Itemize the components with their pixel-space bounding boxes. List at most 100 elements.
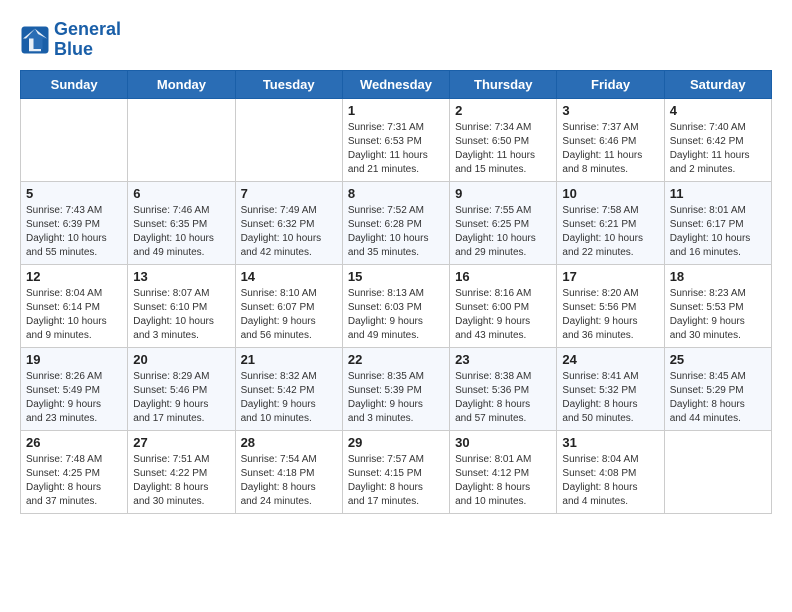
day-number: 8 <box>348 186 444 201</box>
calendar-cell: 22Sunrise: 8:35 AMSunset: 5:39 PMDayligh… <box>342 347 449 430</box>
calendar-cell: 25 Sunrise: 8:45 AMSunset: 5:29 PMDayligh… <box>664 347 771 430</box>
calendar-cell: 12 Sunrise: 8:04 AMSunset: 6:14 PMDayligh… <box>21 264 128 347</box>
calendar-cell: 16Sunrise: 8:16 AMSunset: 6:00 PMDayligh… <box>450 264 557 347</box>
calendar-week-row: 12 Sunrise: 8:04 AMSunset: 6:14 PMDayligh… <box>21 264 772 347</box>
day-info: Sunrise: 8:23 AMSunset: 5:53 PMDaylight:… <box>670 287 766 343</box>
day-number: 20 <box>133 352 229 367</box>
day-info: Sunrise: 7:43 AMSunset: 6:39 PMDaylight:… <box>26 204 122 260</box>
day-number: 28 <box>241 435 337 450</box>
calendar-cell: 14 Sunrise: 8:10 AMSunset: 6:07 PMDayligh… <box>235 264 342 347</box>
calendar-cell: 9 Sunrise: 7:55 AMSunset: 6:25 PMDaylight… <box>450 181 557 264</box>
day-number: 21 <box>241 352 337 367</box>
day-number: 24 <box>562 352 658 367</box>
day-number: 3 <box>562 103 658 118</box>
calendar-cell: 7 Sunrise: 7:49 AMSunset: 6:32 PMDaylight… <box>235 181 342 264</box>
day-info: Sunrise: 8:32 AMSunset: 5:42 PMDaylight:… <box>241 370 337 426</box>
logo: General Blue <box>20 20 121 60</box>
day-number: 18 <box>670 269 766 284</box>
day-header-saturday: Saturday <box>664 70 771 98</box>
day-info: Sunrise: 8:01 AMSunset: 6:17 PMDaylight:… <box>670 204 766 260</box>
calendar-cell: 6Sunrise: 7:46 AMSunset: 6:35 PMDaylight… <box>128 181 235 264</box>
day-header-monday: Monday <box>128 70 235 98</box>
calendar-cell: 18 Sunrise: 8:23 AMSunset: 5:53 PMDayligh… <box>664 264 771 347</box>
day-info: Sunrise: 8:29 AMSunset: 5:46 PMDaylight:… <box>133 370 229 426</box>
day-number: 17 <box>562 269 658 284</box>
day-number: 22 <box>348 352 444 367</box>
calendar-week-row: 5 Sunrise: 7:43 AMSunset: 6:39 PMDaylight… <box>21 181 772 264</box>
day-header-wednesday: Wednesday <box>342 70 449 98</box>
logo-text: General Blue <box>54 20 121 60</box>
calendar-cell <box>235 98 342 181</box>
day-info: Sunrise: 8:13 AMSunset: 6:03 PMDaylight:… <box>348 287 444 343</box>
day-number: 12 <box>26 269 122 284</box>
calendar-table: SundayMondayTuesdayWednesdayThursdayFrid… <box>20 70 772 514</box>
calendar-cell: 28 Sunrise: 7:54 AMSunset: 4:18 PMDayligh… <box>235 430 342 513</box>
day-info: Sunrise: 7:37 AMSunset: 6:46 PMDaylight:… <box>562 121 658 177</box>
calendar-cell <box>664 430 771 513</box>
day-info: Sunrise: 7:48 AMSunset: 4:25 PMDaylight:… <box>26 453 122 509</box>
calendar-cell: 29 Sunrise: 7:57 AMSunset: 4:15 PMDayligh… <box>342 430 449 513</box>
day-info: Sunrise: 7:58 AMSunset: 6:21 PMDaylight:… <box>562 204 658 260</box>
calendar-header-row: SundayMondayTuesdayWednesdayThursdayFrid… <box>21 70 772 98</box>
day-info: Sunrise: 7:40 AMSunset: 6:42 PMDaylight:… <box>670 121 766 177</box>
day-header-thursday: Thursday <box>450 70 557 98</box>
calendar-cell: 11 Sunrise: 8:01 AMSunset: 6:17 PMDayligh… <box>664 181 771 264</box>
calendar-cell: 1Sunrise: 7:31 AMSunset: 6:53 PMDaylight… <box>342 98 449 181</box>
day-info: Sunrise: 8:04 AMSunset: 6:14 PMDaylight:… <box>26 287 122 343</box>
calendar-cell: 26Sunrise: 7:48 AMSunset: 4:25 PMDayligh… <box>21 430 128 513</box>
day-info: Sunrise: 8:26 AMSunset: 5:49 PMDaylight:… <box>26 370 122 426</box>
day-number: 15 <box>348 269 444 284</box>
day-info: Sunrise: 8:45 AMSunset: 5:29 PMDaylight:… <box>670 370 766 426</box>
day-header-tuesday: Tuesday <box>235 70 342 98</box>
day-number: 10 <box>562 186 658 201</box>
day-info: Sunrise: 7:49 AMSunset: 6:32 PMDaylight:… <box>241 204 337 260</box>
calendar-week-row: 26Sunrise: 7:48 AMSunset: 4:25 PMDayligh… <box>21 430 772 513</box>
day-info: Sunrise: 8:04 AMSunset: 4:08 PMDaylight:… <box>562 453 658 509</box>
day-number: 9 <box>455 186 551 201</box>
day-number: 31 <box>562 435 658 450</box>
day-number: 13 <box>133 269 229 284</box>
day-info: Sunrise: 7:54 AMSunset: 4:18 PMDaylight:… <box>241 453 337 509</box>
day-number: 27 <box>133 435 229 450</box>
day-number: 2 <box>455 103 551 118</box>
day-info: Sunrise: 8:38 AMSunset: 5:36 PMDaylight:… <box>455 370 551 426</box>
day-number: 4 <box>670 103 766 118</box>
day-info: Sunrise: 7:34 AMSunset: 6:50 PMDaylight:… <box>455 121 551 177</box>
calendar-cell: 2 Sunrise: 7:34 AMSunset: 6:50 PMDaylight… <box>450 98 557 181</box>
calendar-cell: 19Sunrise: 8:26 AMSunset: 5:49 PMDayligh… <box>21 347 128 430</box>
calendar-week-row: 1Sunrise: 7:31 AMSunset: 6:53 PMDaylight… <box>21 98 772 181</box>
day-info: Sunrise: 8:41 AMSunset: 5:32 PMDaylight:… <box>562 370 658 426</box>
calendar-cell: 13Sunrise: 8:07 AMSunset: 6:10 PMDayligh… <box>128 264 235 347</box>
calendar-cell: 21 Sunrise: 8:32 AMSunset: 5:42 PMDayligh… <box>235 347 342 430</box>
calendar-cell: 27 Sunrise: 7:51 AMSunset: 4:22 PMDayligh… <box>128 430 235 513</box>
calendar-cell: 8Sunrise: 7:52 AMSunset: 6:28 PMDaylight… <box>342 181 449 264</box>
day-number: 14 <box>241 269 337 284</box>
calendar-cell: 24 Sunrise: 8:41 AMSunset: 5:32 PMDayligh… <box>557 347 664 430</box>
logo-icon <box>20 25 50 55</box>
calendar-week-row: 19Sunrise: 8:26 AMSunset: 5:49 PMDayligh… <box>21 347 772 430</box>
calendar-cell <box>128 98 235 181</box>
day-info: Sunrise: 8:10 AMSunset: 6:07 PMDaylight:… <box>241 287 337 343</box>
calendar-cell: 3 Sunrise: 7:37 AMSunset: 6:46 PMDaylight… <box>557 98 664 181</box>
day-info: Sunrise: 8:16 AMSunset: 6:00 PMDaylight:… <box>455 287 551 343</box>
day-info: Sunrise: 7:57 AMSunset: 4:15 PMDaylight:… <box>348 453 444 509</box>
day-info: Sunrise: 8:20 AMSunset: 5:56 PMDaylight:… <box>562 287 658 343</box>
calendar-cell: 17 Sunrise: 8:20 AMSunset: 5:56 PMDayligh… <box>557 264 664 347</box>
calendar-cell: 15 Sunrise: 8:13 AMSunset: 6:03 PMDayligh… <box>342 264 449 347</box>
calendar-cell: 31 Sunrise: 8:04 AMSunset: 4:08 PMDayligh… <box>557 430 664 513</box>
calendar-cell: 30 Sunrise: 8:01 AMSunset: 4:12 PMDayligh… <box>450 430 557 513</box>
day-number: 7 <box>241 186 337 201</box>
day-info: Sunrise: 8:01 AMSunset: 4:12 PMDaylight:… <box>455 453 551 509</box>
calendar-cell: 20 Sunrise: 8:29 AMSunset: 5:46 PMDayligh… <box>128 347 235 430</box>
calendar-cell: 4 Sunrise: 7:40 AMSunset: 6:42 PMDaylight… <box>664 98 771 181</box>
day-info: Sunrise: 7:55 AMSunset: 6:25 PMDaylight:… <box>455 204 551 260</box>
calendar-cell: 10 Sunrise: 7:58 AMSunset: 6:21 PMDayligh… <box>557 181 664 264</box>
day-number: 11 <box>670 186 766 201</box>
day-header-sunday: Sunday <box>21 70 128 98</box>
day-info: Sunrise: 7:51 AMSunset: 4:22 PMDaylight:… <box>133 453 229 509</box>
day-number: 25 <box>670 352 766 367</box>
day-header-friday: Friday <box>557 70 664 98</box>
day-number: 30 <box>455 435 551 450</box>
day-number: 5 <box>26 186 122 201</box>
day-number: 29 <box>348 435 444 450</box>
